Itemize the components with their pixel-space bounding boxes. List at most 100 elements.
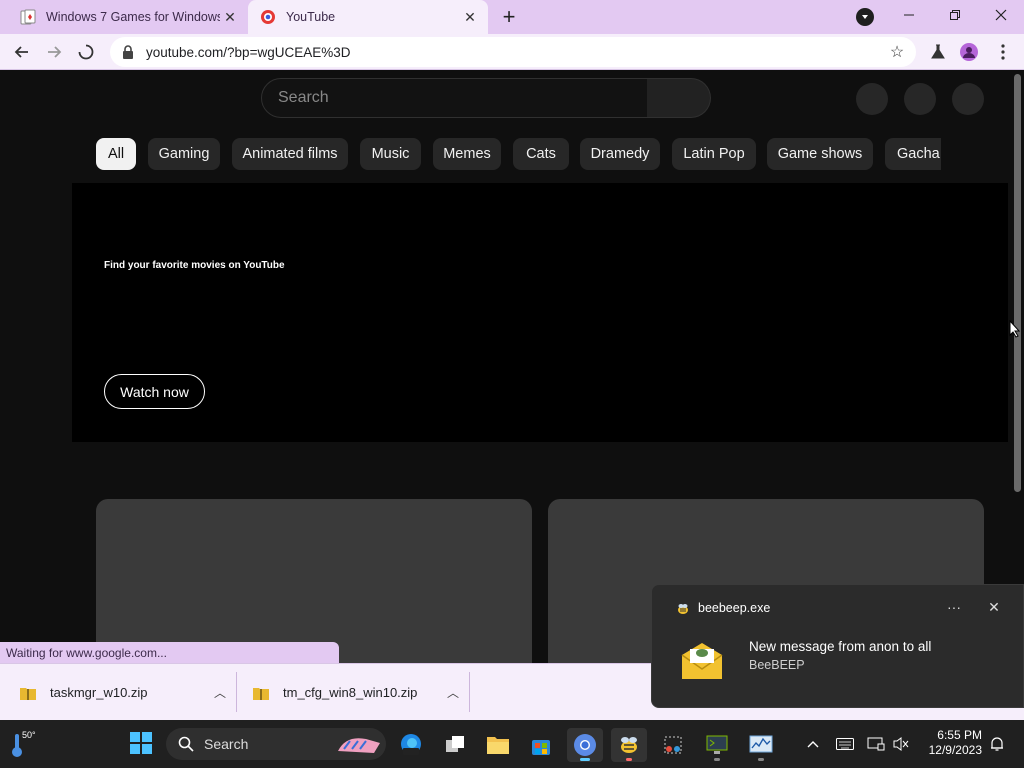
microsoft-store-app[interactable] xyxy=(523,728,559,762)
scrollbar-thumb[interactable] xyxy=(1014,74,1021,492)
bookmark-star-icon[interactable]: ☆ xyxy=(888,43,906,61)
chevron-up-icon[interactable]: ︿ xyxy=(214,684,226,701)
mouse-cursor-icon xyxy=(1009,320,1021,338)
address-bar[interactable]: youtube.com/?bp=wgUCEAE%3D ☆ xyxy=(110,37,916,67)
cards-icon xyxy=(20,9,36,25)
notification-toast[interactable]: beebeep.exe ··· ✕ New message from anon … xyxy=(651,584,1024,708)
performance-graph-icon xyxy=(749,735,773,753)
clock-date: 12/9/2023 xyxy=(928,743,982,757)
desktop-screen: Windows 7 Games for Windows ✕ YouTube ✕ … xyxy=(0,0,1024,768)
placeholder-icon-button[interactable] xyxy=(904,83,936,115)
restore-button[interactable] xyxy=(932,0,978,30)
divider xyxy=(469,672,470,712)
profile-avatar-icon[interactable] xyxy=(959,42,979,62)
loading-spinner-icon xyxy=(78,44,94,60)
search-button[interactable] xyxy=(647,78,711,118)
browser-tab-strip: Windows 7 Games for Windows ✕ YouTube ✕ … xyxy=(0,0,1024,34)
attention-indicator xyxy=(626,758,632,761)
minimize-button[interactable] xyxy=(886,0,932,30)
close-window-button[interactable] xyxy=(978,0,1024,30)
store-bag-icon xyxy=(532,740,550,755)
tab-youtube[interactable]: YouTube ✕ xyxy=(248,0,488,34)
chip-cats[interactable]: Cats xyxy=(513,138,569,170)
download-filename: taskmgr_w10.zip xyxy=(50,685,148,700)
system-clock[interactable]: 6:55 PM 12/9/2023 xyxy=(920,728,982,758)
stop-loading-button[interactable] xyxy=(74,40,98,64)
edge-dev-app[interactable] xyxy=(393,728,429,762)
search-highlight-icon xyxy=(338,738,380,753)
chrome-app[interactable] xyxy=(567,728,603,762)
start-button[interactable] xyxy=(130,732,152,754)
chip-gacha[interactable]: Gacha xyxy=(885,138,941,170)
chip-gaming[interactable]: Gaming xyxy=(148,138,220,170)
terminal-app[interactable] xyxy=(699,728,735,762)
download-item[interactable]: taskmgr_w10.zip ︿ xyxy=(20,664,226,721)
forward-arrow-icon xyxy=(48,46,62,58)
labs-flask-icon[interactable] xyxy=(928,42,948,62)
show-hidden-icons-button[interactable] xyxy=(803,734,823,754)
placeholder-icon-button[interactable] xyxy=(856,83,888,115)
taskbar-search-label: Search xyxy=(204,736,249,752)
back-button[interactable] xyxy=(10,40,34,64)
file-explorer-app[interactable] xyxy=(480,728,516,762)
youtube-search-box[interactable] xyxy=(261,78,648,118)
taskbar-search[interactable]: Search xyxy=(166,728,386,760)
chevron-down-icon xyxy=(862,15,868,19)
chip-memes[interactable]: Memes xyxy=(433,138,501,170)
url-text: youtube.com/?bp=wgUCEAE%3D xyxy=(146,44,351,60)
chip-dramedy[interactable]: Dramedy xyxy=(580,138,660,170)
task-view-app[interactable] xyxy=(437,728,473,762)
windows-taskbar: 50° Search 6:55 PM 12/9/2023 xyxy=(0,720,1024,768)
clock-time: 6:55 PM xyxy=(937,728,982,742)
chip-latin-pop[interactable]: Latin Pop xyxy=(672,138,756,170)
placeholder-avatar-button[interactable] xyxy=(952,83,984,115)
youtube-page: All Gaming Animated films Music Memes Ca… xyxy=(0,71,1024,663)
task-view-icon xyxy=(446,736,464,752)
youtube-icon xyxy=(261,10,275,24)
notification-message: New message from anon to all xyxy=(749,639,932,654)
running-app-indicator xyxy=(758,758,764,761)
network-icon[interactable] xyxy=(866,734,886,754)
weather-widget[interactable]: 50° xyxy=(10,728,46,760)
close-icon xyxy=(995,9,1007,21)
chevron-up-icon[interactable]: ︿ xyxy=(447,684,459,701)
chip-music[interactable]: Music xyxy=(360,138,421,170)
browser-menu-icon[interactable] xyxy=(993,42,1013,62)
new-tab-button[interactable]: + xyxy=(497,4,521,29)
banner-headline: Find your favorite movies on YouTube xyxy=(104,260,285,271)
active-app-indicator xyxy=(580,758,590,761)
search-icon xyxy=(178,736,194,752)
close-icon[interactable]: ✕ xyxy=(984,597,1004,617)
resource-monitor-app[interactable] xyxy=(743,728,779,762)
search-input[interactable] xyxy=(278,89,647,107)
close-tab-icon[interactable]: ✕ xyxy=(220,7,240,27)
download-filename: tm_cfg_win8_win10.zip xyxy=(283,685,418,700)
temperature-text: 50° xyxy=(22,730,36,740)
envelope-bee-icon xyxy=(681,643,723,679)
chip-animated-films[interactable]: Animated films xyxy=(232,138,348,170)
snipping-tool-app[interactable] xyxy=(655,728,691,762)
keyboard-icon[interactable] xyxy=(835,734,855,754)
notification-subtext: BeeBEEP xyxy=(749,658,805,672)
more-options-icon[interactable]: ··· xyxy=(944,597,964,617)
watch-now-button[interactable]: Watch now xyxy=(104,374,205,409)
download-item[interactable]: tm_cfg_win8_win10.zip ︿ xyxy=(253,664,459,721)
page-scrollbar[interactable] xyxy=(1012,71,1024,663)
tab-title: Windows 7 Games for Windows xyxy=(46,10,220,24)
close-tab-icon[interactable]: ✕ xyxy=(460,7,480,27)
folder-icon xyxy=(487,737,509,754)
beebeep-app[interactable] xyxy=(611,728,647,762)
video-card-placeholder[interactable] xyxy=(96,499,532,663)
windows-logo-icon xyxy=(130,732,152,754)
snip-icon xyxy=(664,736,682,754)
chip-all[interactable]: All xyxy=(96,138,136,170)
tab-windows7-games[interactable]: Windows 7 Games for Windows ✕ xyxy=(8,0,248,34)
edge-browser-icon xyxy=(401,734,421,755)
zip-folder-icon xyxy=(253,687,269,700)
tab-search-button[interactable] xyxy=(856,8,874,26)
zip-folder-icon xyxy=(20,687,36,700)
forward-button[interactable] xyxy=(42,40,66,64)
notification-bell-icon[interactable] xyxy=(987,734,1007,754)
volume-muted-icon[interactable] xyxy=(891,734,911,754)
chip-game-shows[interactable]: Game shows xyxy=(767,138,873,170)
